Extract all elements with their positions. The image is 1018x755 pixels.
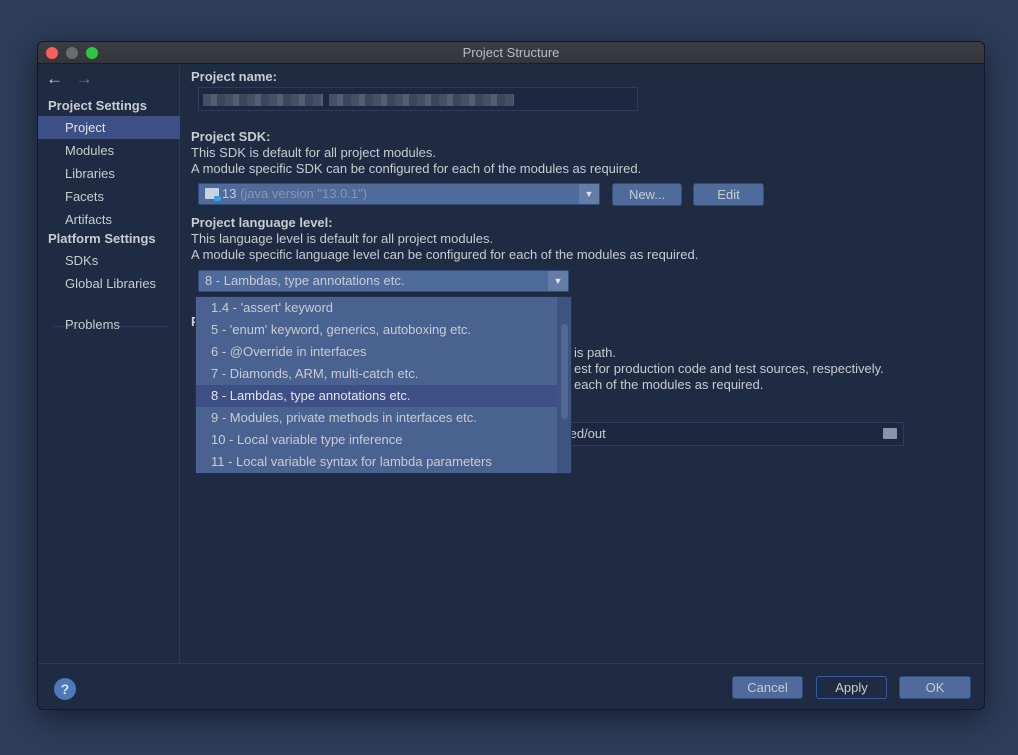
sidebar-item-facets[interactable]: Facets — [38, 185, 180, 208]
language-level-popup: 1.4 - 'assert' keyword 5 - 'enum' keywor… — [195, 296, 572, 474]
project-sdk-desc-2: A module specific SDK can be configured … — [191, 161, 642, 176]
sidebar-item-problems[interactable]: Problems — [38, 313, 180, 336]
sidebar-group-platform-settings: Platform Settings — [48, 231, 156, 246]
nav-arrows: ← → — [46, 69, 101, 89]
apply-button[interactable]: Apply — [816, 676, 887, 699]
sdk-version: (java version "13.0.1") — [240, 186, 368, 201]
sidebar-item-global-libraries[interactable]: Global Libraries — [38, 272, 180, 295]
language-level-selected: 8 - Lambdas, type annotations etc. — [205, 273, 405, 288]
sidebar-item-libraries[interactable]: Libraries — [38, 162, 180, 185]
title-bar: Project Structure — [38, 42, 984, 64]
popup-scrollbar-thumb[interactable] — [561, 324, 568, 419]
popup-option[interactable]: 6 - @Override in interfaces — [196, 341, 571, 363]
arrow-left-icon[interactable]: ← — [46, 69, 63, 88]
maximize-window-button[interactable] — [86, 47, 98, 59]
language-level-dropdown[interactable]: 8 - Lambdas, type annotations etc. ▼ — [198, 270, 569, 292]
project-sdk-label: Project SDK: — [191, 129, 271, 144]
sidebar-item-artifacts[interactable]: Artifacts — [38, 208, 180, 231]
compiler-output-desc-3: each of the modules as required. — [574, 377, 764, 392]
compiler-output-desc-1: is path. — [574, 345, 616, 360]
ok-button[interactable]: OK — [899, 676, 971, 699]
close-window-button[interactable] — [46, 47, 58, 59]
compiler-output-path-input[interactable]: ted/out — [561, 422, 904, 446]
new-sdk-button[interactable]: New... — [612, 183, 682, 206]
popup-option[interactable]: 11 - Local variable syntax for lambda pa… — [196, 451, 571, 473]
arrow-right-icon[interactable]: → — [76, 69, 93, 88]
sidebar-group-project-settings: Project Settings — [48, 98, 147, 113]
project-name-label: Project name: — [191, 69, 277, 84]
minimize-window-button[interactable] — [66, 47, 78, 59]
popup-option-selected[interactable]: 8 - Lambdas, type annotations etc. — [196, 385, 571, 407]
sdk-name: 13 — [222, 186, 237, 201]
language-level-desc-1: This language level is default for all p… — [191, 231, 494, 246]
redacted-text — [329, 94, 514, 106]
redacted-text — [203, 94, 323, 106]
help-icon[interactable]: ? — [54, 678, 76, 700]
project-sdk-desc-1: This SDK is default for all project modu… — [191, 145, 436, 160]
sidebar-item-modules[interactable]: Modules — [38, 139, 180, 162]
dialog-footer: ? Cancel Apply OK — [38, 663, 984, 709]
folder-browse-icon[interactable] — [883, 428, 897, 439]
sidebar: ← → Project Settings Project Modules Lib… — [38, 65, 180, 663]
popup-scrollbar[interactable] — [557, 297, 571, 473]
chevron-down-icon[interactable]: ▼ — [548, 271, 568, 291]
popup-option[interactable]: 9 - Modules, private methods in interfac… — [196, 407, 571, 429]
edit-sdk-button[interactable]: Edit — [693, 183, 764, 206]
popup-option[interactable]: 5 - 'enum' keyword, generics, autoboxing… — [196, 319, 571, 341]
popup-option[interactable]: 1.4 - 'assert' keyword — [196, 297, 571, 319]
language-level-desc-2: A module specific language level can be … — [191, 247, 699, 262]
popup-option[interactable]: 10 - Local variable type inference — [196, 429, 571, 451]
cancel-button[interactable]: Cancel — [732, 676, 803, 699]
sidebar-item-project[interactable]: Project — [38, 116, 180, 139]
sidebar-item-sdks[interactable]: SDKs — [38, 249, 180, 272]
compiler-output-desc-2: est for production code and test sources… — [574, 361, 884, 376]
language-level-label: Project language level: — [191, 215, 333, 230]
project-name-input[interactable] — [198, 87, 638, 111]
project-sdk-dropdown[interactable]: 13 (java version "13.0.1") ▼ — [198, 183, 600, 205]
project-structure-dialog: Project Structure ← → Project Settings P… — [37, 41, 985, 710]
window-title: Project Structure — [462, 45, 560, 60]
chevron-down-icon[interactable]: ▼ — [579, 184, 599, 204]
jdk-folder-icon — [205, 188, 221, 201]
popup-option[interactable]: 7 - Diamonds, ARM, multi-catch etc. — [196, 363, 571, 385]
